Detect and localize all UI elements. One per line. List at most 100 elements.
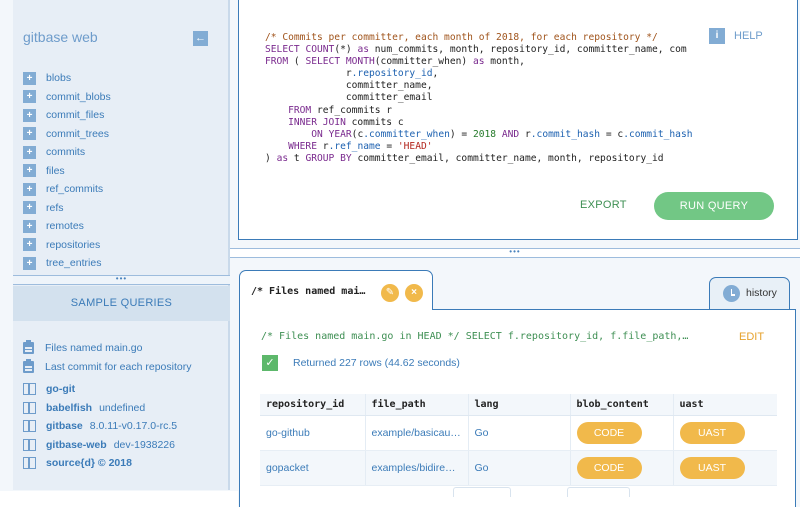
table-item-files[interactable]: + files (23, 162, 111, 181)
table-item-remotes[interactable]: + remotes (23, 217, 111, 236)
info-name[interactable]: babelfish (46, 402, 92, 414)
status-text: Returned 227 rows (44.62 seconds) (293, 357, 460, 369)
column-header[interactable]: file_path (364, 394, 468, 416)
table-item-tree-entries[interactable]: + tree_entries (23, 254, 111, 273)
column-header[interactable]: lang (467, 394, 570, 416)
table-row: go-github example/basicau… Go CODE UAST (260, 415, 777, 451)
sample-queries-list: Files named main.go Last commit for each… (23, 338, 191, 376)
cell-lang: Go (467, 450, 570, 486)
book-icon (23, 438, 36, 451)
pagination-control[interactable] (453, 487, 511, 497)
info-item-gitbase-web[interactable]: gitbase-web dev-1938226 (23, 436, 177, 455)
help-button[interactable]: i HELP (709, 28, 763, 44)
code-button[interactable]: CODE (576, 456, 642, 479)
table-name: blobs (46, 72, 72, 85)
table-name: ref_commits (46, 183, 104, 196)
export-button[interactable]: EXPORT (580, 199, 627, 211)
book-icon (23, 401, 36, 414)
close-icon[interactable]: × (405, 284, 423, 302)
sample-query-item[interactable]: Files named main.go (23, 338, 191, 357)
sql-editor[interactable]: /* Commits per committer, each month of … (265, 32, 695, 165)
pencil-icon[interactable]: ✎ (381, 284, 399, 302)
info-icon: i (709, 28, 725, 44)
table-name: repositories (46, 238, 101, 251)
version-info-list: go-git babelfish undefined gitbase 8.0.11-… (23, 380, 177, 473)
info-item-sourced[interactable]: source{d} © 2018 (23, 454, 177, 473)
info-name[interactable]: gitbase (46, 420, 83, 432)
gitbase-web-app: gitbase web ← + blobs + commit_blobs + comm… (0, 0, 800, 507)
sample-query-label: Files named main.go (45, 341, 143, 354)
table-name: commit_files (46, 109, 105, 122)
table-item-commit-trees[interactable]: + commit_trees (23, 125, 111, 144)
cell-blob-content: CODE (569, 415, 673, 451)
table-item-ref-commits[interactable]: + ref_commits (23, 180, 111, 199)
table-name: files (46, 164, 65, 177)
cell-repository-id: go-github (260, 415, 365, 451)
plus-icon[interactable]: + (23, 182, 36, 196)
table-name: remotes (46, 220, 84, 233)
plus-icon[interactable]: + (23, 164, 36, 178)
plus-icon[interactable]: + (23, 256, 36, 270)
check-icon: ✓ (262, 355, 278, 371)
info-item-babelfish[interactable]: babelfish undefined (23, 399, 177, 418)
cell-file-path: examples/bidire… (364, 450, 468, 486)
table-item-blobs[interactable]: + blobs (23, 69, 111, 88)
history-label: history (746, 287, 777, 299)
uast-button[interactable]: UAST (679, 456, 745, 479)
book-icon (23, 457, 36, 470)
plus-icon[interactable]: + (23, 71, 36, 85)
plus-icon[interactable]: + (23, 201, 36, 215)
plus-icon[interactable]: + (23, 219, 36, 233)
results-panel: /* Files named main.go in HEAD */ SELECT… (239, 309, 796, 507)
table-name: commits (46, 146, 86, 159)
pagination-control[interactable] (567, 487, 630, 497)
plus-icon[interactable]: + (23, 127, 36, 141)
sidebar: gitbase web ← + blobs + commit_blobs + comm… (13, 0, 230, 490)
result-tab-active[interactable]: /* Files named mai… ✎ × (239, 270, 433, 310)
table-list: + blobs + commit_blobs + commit_files + comm… (23, 69, 111, 273)
info-name[interactable]: source{d} © 2018 (46, 457, 132, 469)
table-header-row: repository_id file_path lang blob_conten… (260, 394, 777, 416)
clipboard-icon (23, 339, 34, 354)
cell-lang: Go (467, 415, 570, 451)
run-query-button[interactable]: RUN QUERY (654, 192, 774, 220)
collapse-sidebar-button[interactable]: ← (193, 31, 208, 46)
table-item-refs[interactable]: + refs (23, 199, 111, 218)
info-name[interactable]: go-git (46, 383, 75, 395)
table-item-commit-files[interactable]: + commit_files (23, 106, 111, 125)
cell-repository-id: gopacket (260, 450, 365, 486)
column-header[interactable]: blob_content (569, 394, 673, 416)
info-version: dev-1938226 (113, 438, 175, 451)
info-item-gitbase[interactable]: gitbase 8.0.11-v0.17.0-rc.5 (23, 417, 177, 436)
table-name: refs (46, 201, 64, 214)
history-tab[interactable]: history (709, 277, 790, 309)
uast-button[interactable]: UAST (679, 421, 745, 444)
edit-query-button[interactable]: EDIT (739, 331, 764, 343)
code-line-1: /* Commits per committer, each month of … (265, 32, 658, 43)
table-name: commit_blobs (46, 90, 111, 103)
cell-file-path: example/basicau… (364, 415, 468, 451)
table-item-commits[interactable]: + commits (23, 143, 111, 162)
sample-query-label: Last commit for each repository (45, 360, 192, 373)
column-header[interactable]: repository_id (260, 394, 365, 416)
sidebar-splitter-handle[interactable]: ••• (13, 275, 230, 285)
results-table: repository_id file_path lang blob_conten… (260, 394, 777, 486)
clock-icon (723, 285, 740, 302)
table-item-commit-blobs[interactable]: + commit_blobs (23, 88, 111, 107)
plus-icon[interactable]: + (23, 145, 36, 159)
editor-results-splitter-handle[interactable]: ••• (230, 248, 800, 258)
table-name: commit_trees (46, 127, 110, 140)
info-item-go-git[interactable]: go-git (23, 380, 177, 399)
plus-icon[interactable]: + (23, 90, 36, 104)
code-button[interactable]: CODE (576, 421, 642, 444)
column-header[interactable]: uast (672, 394, 777, 416)
plus-icon[interactable]: + (23, 108, 36, 122)
table-item-repositories[interactable]: + repositories (23, 236, 111, 255)
arrow-left-icon: ← (195, 32, 206, 44)
plus-icon[interactable]: + (23, 238, 36, 252)
result-tab-label: /* Files named mai… (251, 286, 366, 297)
info-version: 8.0.11-v0.17.0-rc.5 (89, 420, 178, 433)
executed-query-text: /* Files named main.go in HEAD */ SELECT… (261, 331, 689, 342)
sample-query-item[interactable]: Last commit for each repository (23, 357, 191, 376)
info-name[interactable]: gitbase-web (46, 439, 107, 451)
